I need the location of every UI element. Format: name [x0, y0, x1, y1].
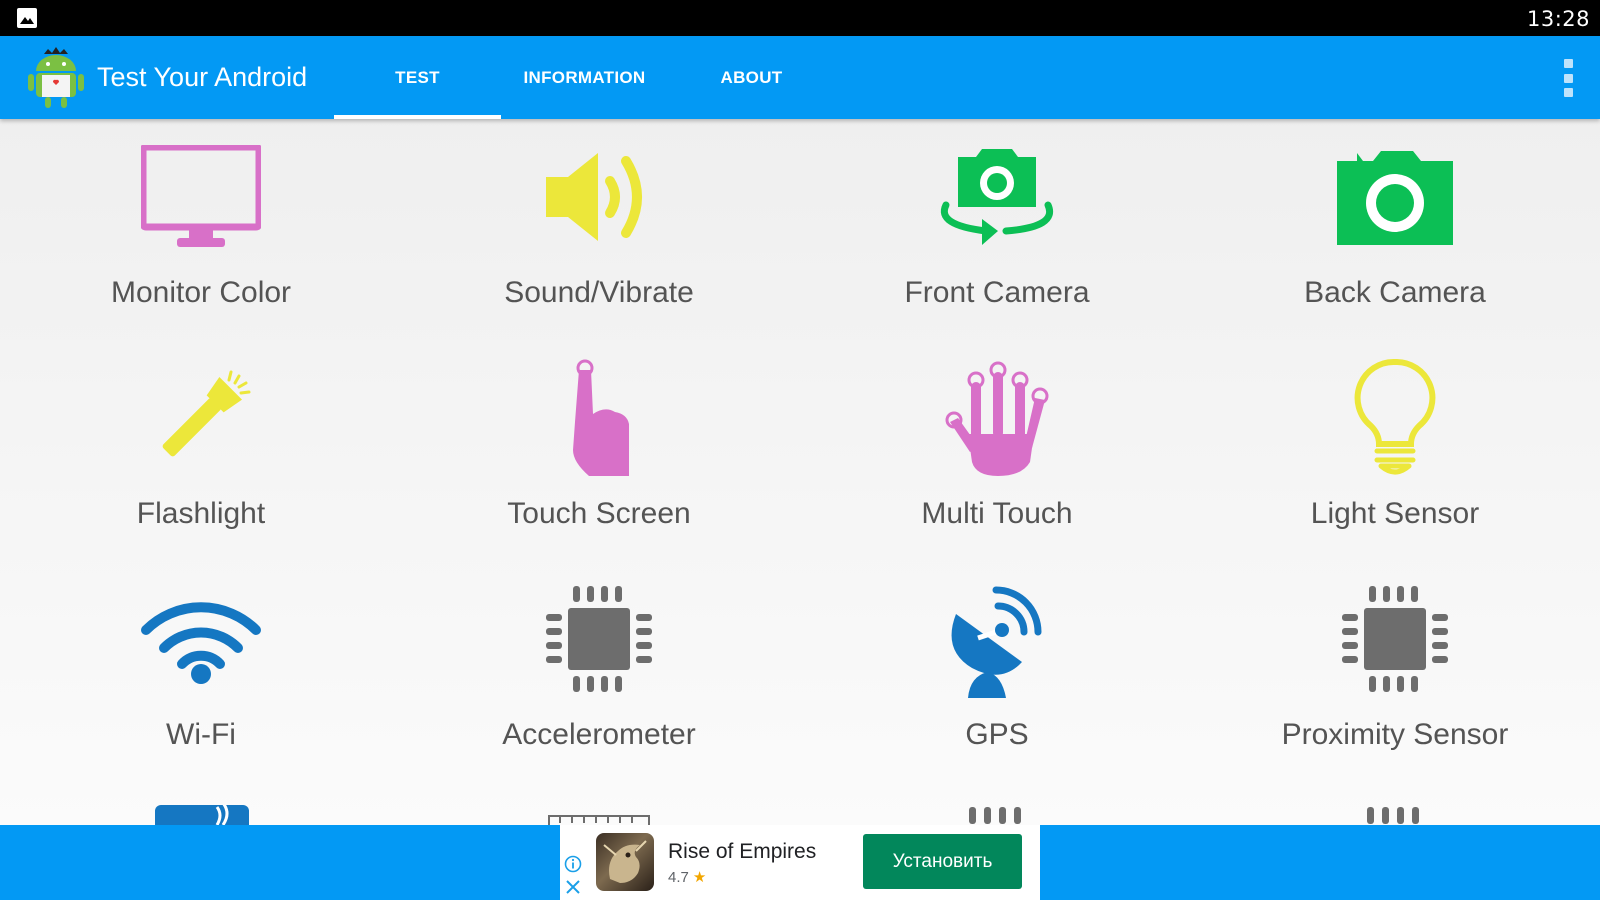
- tab-about[interactable]: ABOUT: [668, 36, 835, 119]
- ad-rating-value: 4.7: [668, 869, 689, 886]
- chip-icon: [1342, 586, 1448, 692]
- wifi-icon: [141, 602, 261, 684]
- chip-icon-partial: [1367, 807, 1419, 824]
- tab-information[interactable]: INFORMATION: [501, 36, 668, 119]
- test-label: Front Camera: [904, 276, 1090, 309]
- test-label: GPS: [965, 718, 1029, 751]
- speaker-icon: [546, 153, 642, 241]
- test-label: Light Sensor: [1310, 497, 1480, 530]
- test-item-proximity-sensor[interactable]: Proximity Sensor: [1196, 561, 1594, 782]
- chip-icon: [546, 586, 652, 692]
- ad-app-name[interactable]: Rise of Empires: [668, 840, 816, 864]
- close-icon[interactable]: [564, 878, 582, 896]
- test-item-wifi[interactable]: Wi-Fi: [2, 561, 400, 782]
- ad-app-thumbnail[interactable]: [596, 833, 654, 891]
- test-label: Accelerometer: [502, 718, 696, 751]
- star-icon: ★: [692, 869, 707, 886]
- status-clock: 13:28: [1526, 7, 1590, 31]
- status-bar: 13:28: [0, 0, 1600, 36]
- satellite-dish-icon: [951, 586, 1042, 698]
- light-bulb-icon: [1354, 358, 1436, 475]
- test-item-light-sensor[interactable]: Light Sensor: [1196, 340, 1594, 561]
- install-button[interactable]: Установить: [863, 834, 1022, 889]
- app-logo-icon: [28, 47, 84, 108]
- ruler-icon-partial: [548, 815, 650, 825]
- test-item-flashlight[interactable]: Flashlight: [2, 340, 400, 561]
- nfc-icon-partial: [155, 805, 249, 825]
- test-item-back-camera[interactable]: Back Camera: [1196, 119, 1594, 340]
- test-item-touch-screen[interactable]: Touch Screen: [400, 340, 798, 561]
- ad-banner[interactable]: Rise of Empires 4.7 ★ Установить: [560, 825, 1040, 900]
- test-item-multi-touch[interactable]: Multi Touch: [798, 340, 1196, 561]
- back-camera-icon: [1337, 151, 1453, 245]
- test-item-monitor-color[interactable]: Monitor Color: [2, 119, 400, 340]
- test-item-accelerometer[interactable]: Accelerometer: [400, 561, 798, 782]
- test-item-gps[interactable]: GPS: [798, 561, 1196, 782]
- test-item-front-camera[interactable]: Front Camera: [798, 119, 1196, 340]
- ad-rating: 4.7 ★: [668, 868, 706, 886]
- tab-test[interactable]: TEST: [334, 36, 501, 119]
- test-label: Multi Touch: [921, 497, 1073, 530]
- app-bar: Test Your Android TEST INFORMATION ABOUT: [0, 36, 1600, 119]
- app-title: Test Your Android: [97, 62, 308, 92]
- chip-icon-partial: [969, 807, 1021, 824]
- test-grid-container: Monitor Color Sound/Vibrate Front Camera…: [0, 119, 1600, 825]
- test-label: Flashlight: [136, 497, 266, 530]
- overflow-menu-icon[interactable]: [1562, 59, 1574, 97]
- ad-banner-bar: Rise of Empires 4.7 ★ Установить: [0, 825, 1600, 900]
- multi-touch-hand-icon: [945, 361, 1049, 476]
- test-label: Touch Screen: [507, 497, 691, 530]
- front-camera-icon: [941, 149, 1053, 245]
- flashlight-icon: [162, 370, 251, 457]
- test-label: Monitor Color: [110, 276, 292, 309]
- monitor-icon: [141, 145, 261, 247]
- test-item-sound-vibrate[interactable]: Sound/Vibrate: [400, 119, 798, 340]
- dragon-emblem-icon: [603, 840, 647, 883]
- image-icon: [17, 8, 37, 28]
- info-icon[interactable]: [564, 855, 582, 873]
- test-label: Wi-Fi: [166, 718, 236, 751]
- test-label: Back Camera: [1304, 276, 1486, 309]
- touch-finger-icon: [573, 359, 629, 476]
- test-label: Sound/Vibrate: [504, 276, 694, 309]
- test-label: Proximity Sensor: [1281, 718, 1509, 751]
